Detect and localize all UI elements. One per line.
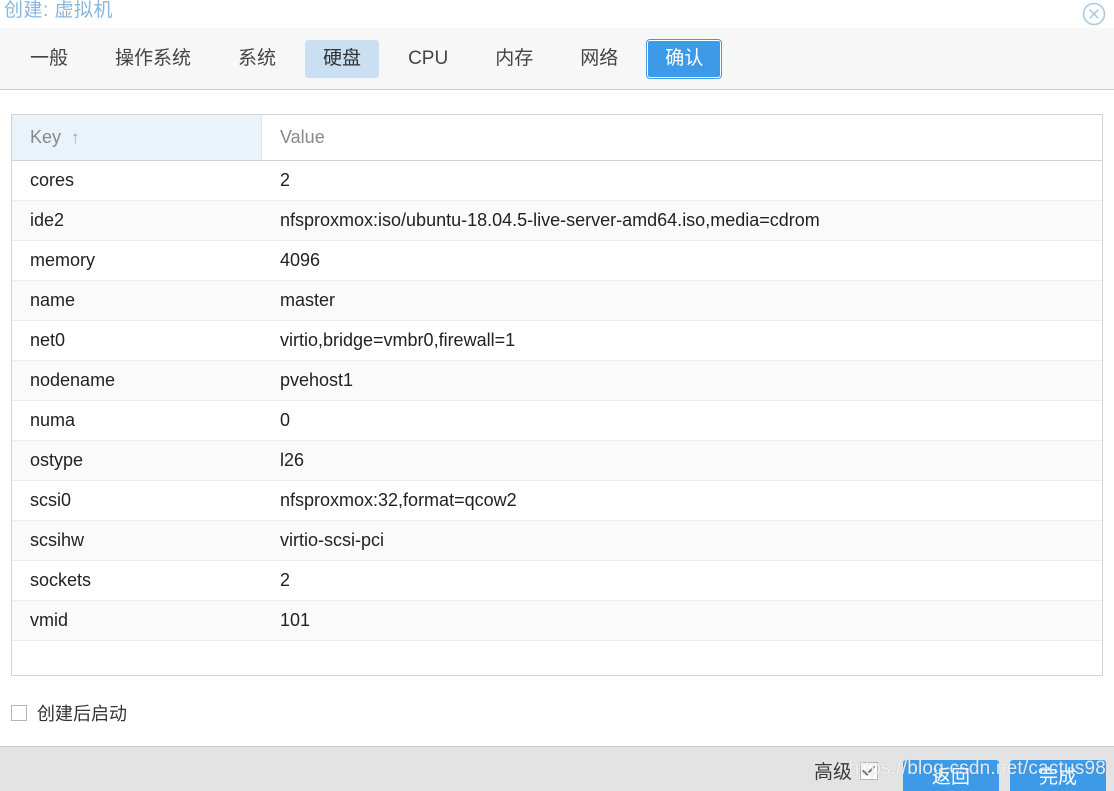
tab-2[interactable]: 系统: [220, 40, 294, 78]
cell-key: name: [30, 290, 76, 310]
cell-value: 0: [280, 410, 291, 430]
table-row[interactable]: vmid 101: [12, 601, 1102, 641]
cell-value: master: [280, 290, 336, 310]
start-after-create-label: 创建后启动: [37, 704, 127, 724]
cell-value: 2: [280, 570, 291, 590]
finish-button[interactable]: 完成: [1010, 760, 1106, 791]
table-row[interactable]: ostype l26: [12, 441, 1102, 481]
cell-key: vmid: [30, 610, 69, 630]
close-circle-icon[interactable]: [1081, 1, 1107, 27]
checkbox-box[interactable]: [11, 705, 27, 721]
cell-key: memory: [30, 250, 96, 270]
tab-7[interactable]: 确认: [646, 38, 723, 79]
table-row[interactable]: scsi0 nfsproxmox:32,format=qcow2: [12, 481, 1102, 521]
tab-0[interactable]: 一般: [12, 40, 86, 78]
cell-key: scsihw: [30, 530, 85, 550]
cell-key: ide2: [30, 210, 65, 230]
cell-key: cores: [30, 170, 75, 190]
cell-value: virtio-scsi-pci: [280, 530, 385, 550]
back-button[interactable]: 返回: [903, 760, 999, 791]
cell-key: scsi0: [30, 490, 72, 510]
start-after-create-checkbox[interactable]: 创建后启动: [11, 700, 127, 726]
cell-key: numa: [30, 410, 76, 430]
dialog-titlebar: 创建: 虚拟机: [0, 0, 1114, 28]
grid-empty-area: [12, 641, 1102, 675]
grid-header-row: Key ↑ Value: [12, 115, 1102, 161]
column-header-key-label: Key: [30, 127, 62, 147]
cell-value: virtio,bridge=vmbr0,firewall=1: [280, 330, 516, 350]
config-summary-grid: Key ↑ Value cores 2 ide2 nfsproxmox:iso/ubu…: [11, 114, 1103, 676]
table-row[interactable]: name master: [12, 281, 1102, 321]
advanced-label: 高级: [813, 762, 852, 783]
table-row[interactable]: memory 4096: [12, 241, 1102, 281]
table-row[interactable]: numa 0: [12, 401, 1102, 441]
column-header-value[interactable]: Value: [262, 115, 1102, 160]
cell-value: 101: [280, 610, 311, 630]
dialog-body: Key ↑ Value cores 2 ide2 nfsproxmox:iso/ubu…: [0, 91, 1114, 746]
table-row[interactable]: ide2 nfsproxmox:iso/ubuntu-18.04.5-live-s…: [12, 201, 1102, 241]
dialog-title: 创建: 虚拟机: [4, 0, 114, 21]
table-row[interactable]: scsihw virtio-scsi-pci: [12, 521, 1102, 561]
cell-value: 2: [280, 170, 291, 190]
table-row[interactable]: sockets 2: [12, 561, 1102, 601]
table-row[interactable]: nodename pvehost1: [12, 361, 1102, 401]
create-vm-dialog: 创建: 虚拟机 一般 操作系统 系统 硬盘 CPU 内存 网络 确认 Key ↑ Value …: [0, 0, 1114, 791]
wizard-tabbar: 一般 操作系统 系统 硬盘 CPU 内存 网络 确认: [0, 28, 1114, 90]
column-header-key[interactable]: Key ↑: [12, 115, 262, 160]
table-row[interactable]: net0 virtio,bridge=vmbr0,firewall=1: [12, 321, 1102, 361]
tab-1[interactable]: 操作系统: [97, 40, 209, 78]
tab-3[interactable]: 硬盘: [305, 39, 380, 78]
cell-value: nfsproxmox:32,format=qcow2: [280, 490, 517, 510]
cell-key: nodename: [30, 370, 116, 390]
cell-value: l26: [280, 450, 305, 470]
tab-5[interactable]: 内存: [477, 40, 551, 78]
checkbox-box[interactable]: [860, 761, 878, 780]
cell-value: nfsproxmox:iso/ubuntu-18.04.5-live-serve…: [280, 210, 820, 230]
tab-6[interactable]: 网络: [562, 40, 636, 78]
cell-key: ostype: [30, 450, 84, 470]
column-header-value-label: Value: [280, 127, 325, 147]
tab-4[interactable]: CPU: [390, 40, 466, 78]
advanced-checkbox[interactable]: 高级: [814, 757, 878, 784]
cell-key: net0: [30, 330, 66, 350]
dialog-footer-toolbar: 高级 返回 完成: [0, 746, 1114, 791]
cell-value: 4096: [280, 250, 321, 270]
cell-value: pvehost1: [280, 370, 354, 390]
table-row[interactable]: cores 2: [12, 161, 1102, 201]
arrow-up-icon: ↑: [71, 128, 80, 147]
cell-key: sockets: [30, 570, 92, 590]
grid-body: cores 2 ide2 nfsproxmox:iso/ubuntu-18.04.5-…: [12, 161, 1102, 641]
